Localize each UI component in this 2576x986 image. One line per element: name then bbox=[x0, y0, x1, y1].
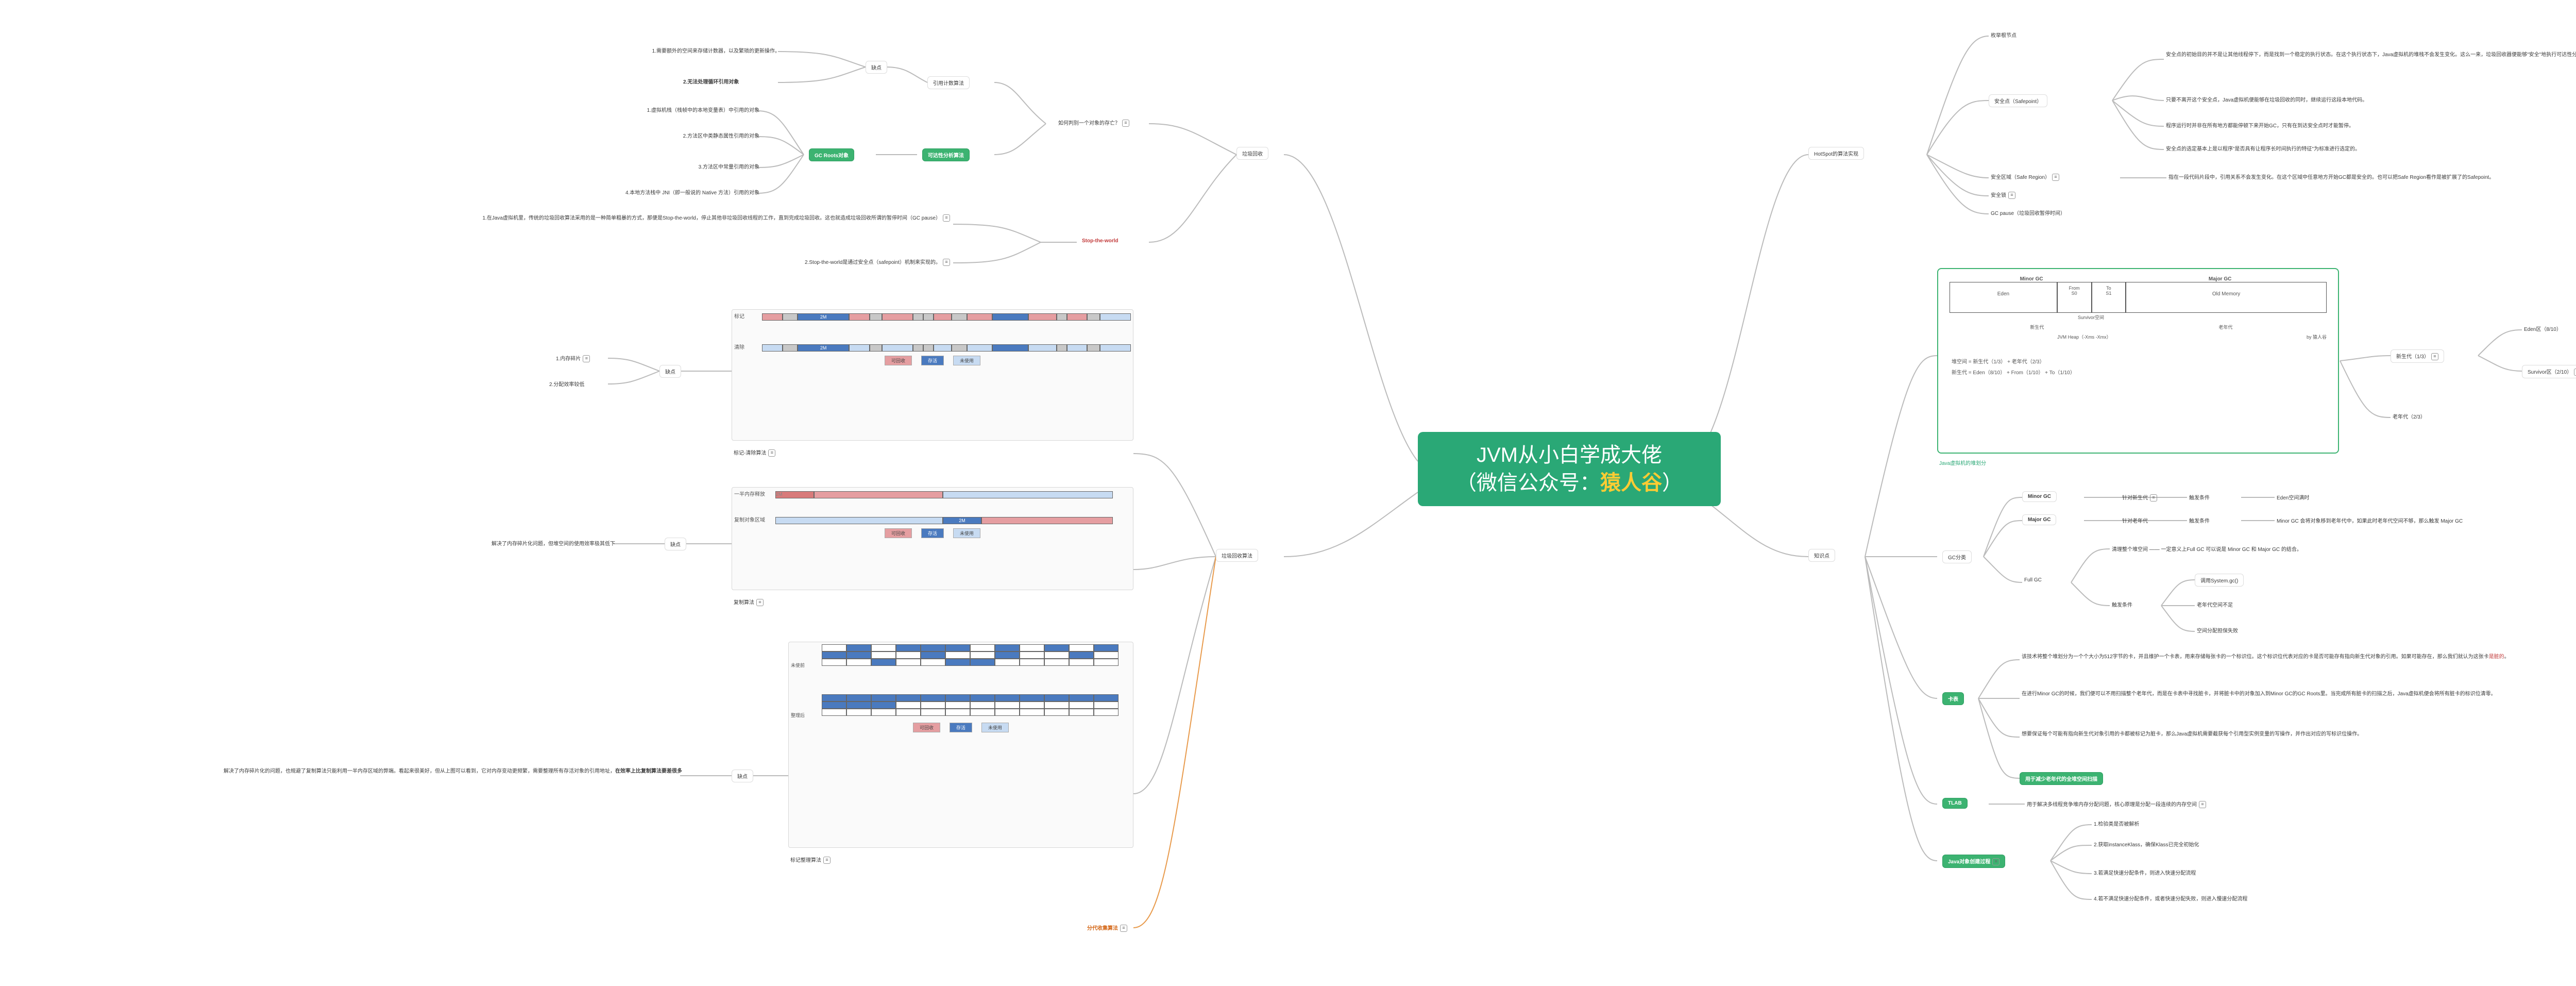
expand-icon[interactable]: ≡ bbox=[1122, 120, 1129, 127]
compact-cons[interactable]: 缺点 bbox=[732, 770, 753, 782]
oc2: 2.获取instanceKlass，确保Klass已完全初始化 bbox=[2092, 839, 2201, 849]
old-gen: 老年代（2/3） bbox=[2391, 411, 2428, 421]
gcroots-3: 3.方法区中常量引用的对象 bbox=[608, 161, 761, 171]
obj-create[interactable]: Java对象创建过程≡ bbox=[1942, 855, 2005, 868]
copy-alg-diagram: 一半内存释放 2M 复制对象区域 2M 可回收存活未使用 bbox=[732, 487, 1133, 590]
stw-1: 1.在Java虚拟机里，传统的垃圾回收算法采用的是一种简单粗暴的方式，那便是St… bbox=[314, 212, 952, 223]
expand-icon[interactable]: ≡ bbox=[1992, 858, 1999, 865]
center-line2c: ） bbox=[1662, 472, 1683, 494]
sp2: 只要不离开这个安全点，Java虚拟机便能够在垃圾回收的同时，继续运行这段本地代码… bbox=[2164, 94, 2369, 104]
expand-icon[interactable]: ≡ bbox=[768, 449, 775, 457]
expand-icon[interactable]: ≡ bbox=[943, 259, 950, 266]
tlab[interactable]: TLAB bbox=[1942, 798, 1968, 809]
eden-ratio: Eden区（8/10） bbox=[2522, 324, 2564, 333]
full-t2: 老年代空间不足 bbox=[2195, 599, 2235, 609]
hotspot-header[interactable]: HotSpot的算法实现 bbox=[1808, 147, 1864, 160]
ct-1: 该技术将整个堆划分为一个个大小为512字节的卡，并且维护一个卡表，用来存储每张卡… bbox=[2020, 651, 2576, 661]
ms-con2: 2.分配效率较低 bbox=[547, 379, 586, 389]
expand-icon[interactable]: ≡ bbox=[2150, 494, 2157, 502]
expand-icon[interactable]: ≡ bbox=[943, 214, 950, 222]
sp4: 安全点的选定基本上是以程序"是否具有让程序长时间执行的特征"为标准进行选定的。 bbox=[2164, 143, 2362, 153]
ct-3: 想要保证每个可能有指向新生代对象引用的卡都被标记为脏卡，那么Java虚拟机需要截… bbox=[2020, 728, 2576, 738]
gc-roots[interactable]: GC Roots对象 bbox=[809, 148, 854, 161]
full-trigger: 触发条件 bbox=[2110, 599, 2134, 609]
knowledge-header[interactable]: 知识点 bbox=[1808, 549, 1835, 562]
major-trigger-v: Minor GC 会将对象移到老年代中，如果此时老年代空间不够，那么触发 Maj… bbox=[2275, 515, 2465, 525]
major-target: 针对老年代 bbox=[2120, 515, 2150, 525]
mark-sweep-diagram: 标记 2M 清除 2M 可回收存活未使用 bbox=[732, 309, 1133, 441]
ref-count-con1: 1.需要额外的空间来存储计数器，以及繁琐的更新操作。 bbox=[582, 45, 782, 55]
gc-algos-header[interactable]: 垃圾回收算法 bbox=[1216, 549, 1258, 562]
gc-header[interactable]: 垃圾回收 bbox=[1236, 147, 1268, 160]
expand-icon[interactable]: ≡ bbox=[756, 599, 764, 606]
expand-icon[interactable]: ≡ bbox=[2052, 174, 2059, 181]
compact-alg-diagram: 未使前 整理后 可回收存活未使用 bbox=[788, 642, 1133, 848]
enum-root: 枚举根节点 bbox=[1989, 30, 2019, 40]
ct-goal: 用于减少老年代的全堆空间扫描 bbox=[2020, 772, 2103, 785]
full-t1: 调用System.gc() bbox=[2195, 574, 2244, 587]
full-gc[interactable]: Full GC bbox=[2022, 576, 2044, 584]
copy-cons[interactable]: 缺点 bbox=[665, 538, 686, 550]
stw-node[interactable]: Stop-the-world bbox=[1077, 236, 1124, 246]
full-t3: 空间分配担保失败 bbox=[2195, 625, 2240, 635]
oc3: 3.若满足快速分配条件，则进入快速分配流程 bbox=[2092, 867, 2198, 877]
safe-region[interactable]: 安全区域（Safe Region）≡ bbox=[1989, 172, 2061, 182]
ms-con1: 1.内存碎片≡ bbox=[554, 353, 592, 363]
minor-trigger-v: Eden空间满时 bbox=[2275, 492, 2311, 502]
copy-alg-label: 复制算法≡ bbox=[732, 597, 766, 607]
center-root: JVM从小白学成大佬 （微信公众号：猿人谷） bbox=[1418, 432, 1721, 506]
mindmap-canvas: path{fill:none;stroke:#bbb;stroke-width:… bbox=[0, 0, 2576, 986]
reachability-alg[interactable]: 可达性分析算法 bbox=[922, 148, 970, 161]
center-line1: JVM从小白学成大佬 bbox=[1477, 444, 1662, 466]
compact-alg-label: 标记整理算法≡ bbox=[788, 855, 833, 865]
gc-types[interactable]: GC分类 bbox=[1942, 550, 1972, 563]
center-accent: 猿人谷 bbox=[1600, 472, 1662, 494]
sp1: 安全点的初始目的并不是让其他线程停下，而是找到一个稳定的执行状态。在这个执行状态… bbox=[2164, 49, 2576, 59]
minor-gc[interactable]: Minor GC bbox=[2022, 491, 2057, 502]
tlab-detail: 用于解决多线程竞争堆内存分配问题，核心原理是分配一段连续的内存空间≡ bbox=[2025, 799, 2208, 809]
expand-icon[interactable]: ≡ bbox=[1120, 925, 1127, 932]
heap-caption: Java虚拟机的堆划分 bbox=[1937, 458, 1988, 467]
ref-count-alg[interactable]: 引用计数算法 bbox=[927, 76, 970, 89]
gcroots-1: 1.虚拟机栈（栈帧中的本地变量表）中引用的对象 bbox=[556, 105, 761, 114]
ct-2: 在进行Minor GC的时候，我们便可以不用扫描整个老年代，而是在卡表中寻找脏卡… bbox=[2020, 688, 2576, 698]
expand-icon[interactable]: ≡ bbox=[583, 355, 590, 362]
safe-lock[interactable]: 安全锁≡ bbox=[1989, 190, 2018, 200]
major-gc[interactable]: Major GC bbox=[2022, 514, 2056, 525]
expand-icon[interactable]: ≡ bbox=[2199, 801, 2206, 808]
gcroots-4: 4.本地方法栈中 JNI（即一般说的 Native 方法）引用的对象 bbox=[510, 187, 761, 197]
sp3: 程序运行时并非在所有地方都能停顿下来开始GC，只有在到达安全点时才能暂停。 bbox=[2164, 120, 2356, 130]
mark-sweep-cons[interactable]: 缺点 bbox=[659, 365, 681, 378]
safe-region-detail: 指在一段代码片段中，引用关系不会发生变化。在这个区域中任意地方开始GC都是安全的… bbox=[2166, 172, 2576, 181]
center-line2a: （微信公众号： bbox=[1456, 472, 1600, 494]
expand-icon[interactable]: ≡ bbox=[2574, 369, 2576, 376]
minor-trigger: 触发条件 bbox=[2187, 492, 2212, 502]
major-trigger: 触发条件 bbox=[2187, 515, 2212, 525]
expand-icon[interactable]: ≡ bbox=[2431, 353, 2438, 360]
stw-2: 2.Stop-the-world是通过安全点（safepoint）机制来实现的。… bbox=[706, 257, 952, 267]
ref-count-cons[interactable]: 缺点 bbox=[866, 61, 887, 74]
gc-pause: GC pause（垃圾回收暂停时间） bbox=[1989, 208, 2067, 218]
heap-partition-diagram: Minor GCMajor GC Eden From S0 To S1 Old … bbox=[1937, 268, 2339, 454]
expand-icon[interactable]: ≡ bbox=[2008, 192, 2015, 199]
identify-question[interactable]: 如何判别一个对象的存亡？≡ bbox=[1056, 118, 1131, 128]
oc4: 4.若不满足快速分配条件，或者快速分配失败，则进入慢速分配流程 bbox=[2092, 893, 2249, 903]
copy-con-detail: 解决了内存碎片化问题，但堆空间的使用效率极其低下 bbox=[371, 538, 617, 548]
ref-count-con2: 2.无法处理循环引用对象 bbox=[681, 76, 741, 86]
gen-collect-alg[interactable]: 分代收集算法≡ bbox=[1082, 922, 1132, 934]
survivor-ratio[interactable]: Survivor区（2/10）≡ bbox=[2522, 365, 2576, 378]
young-gen[interactable]: 新生代（1/3）≡ bbox=[2391, 349, 2444, 363]
safepoint[interactable]: 安全点（Safepoint） bbox=[1989, 94, 2047, 107]
full-detail: 清理整个堆空间 —— 一定意义上Full GC 可以说是 Minor GC 和 … bbox=[2110, 544, 2304, 554]
expand-icon[interactable]: ≡ bbox=[823, 857, 831, 864]
compact-con-detail: 解决了内存碎片化的问题，也规避了复制算法只能利用一半内存区域的弊端。看起来很美好… bbox=[222, 765, 684, 775]
mark-sweep-label: 标记-清除算法≡ bbox=[732, 447, 777, 458]
card-table[interactable]: 卡表 bbox=[1942, 692, 1964, 705]
gcroots-2: 2.方法区中类静态属性引用的对象 bbox=[603, 130, 761, 140]
oc1: 1.检验类是否被解析 bbox=[2092, 818, 2141, 828]
minor-target: 针对新生代≡ bbox=[2120, 492, 2159, 503]
